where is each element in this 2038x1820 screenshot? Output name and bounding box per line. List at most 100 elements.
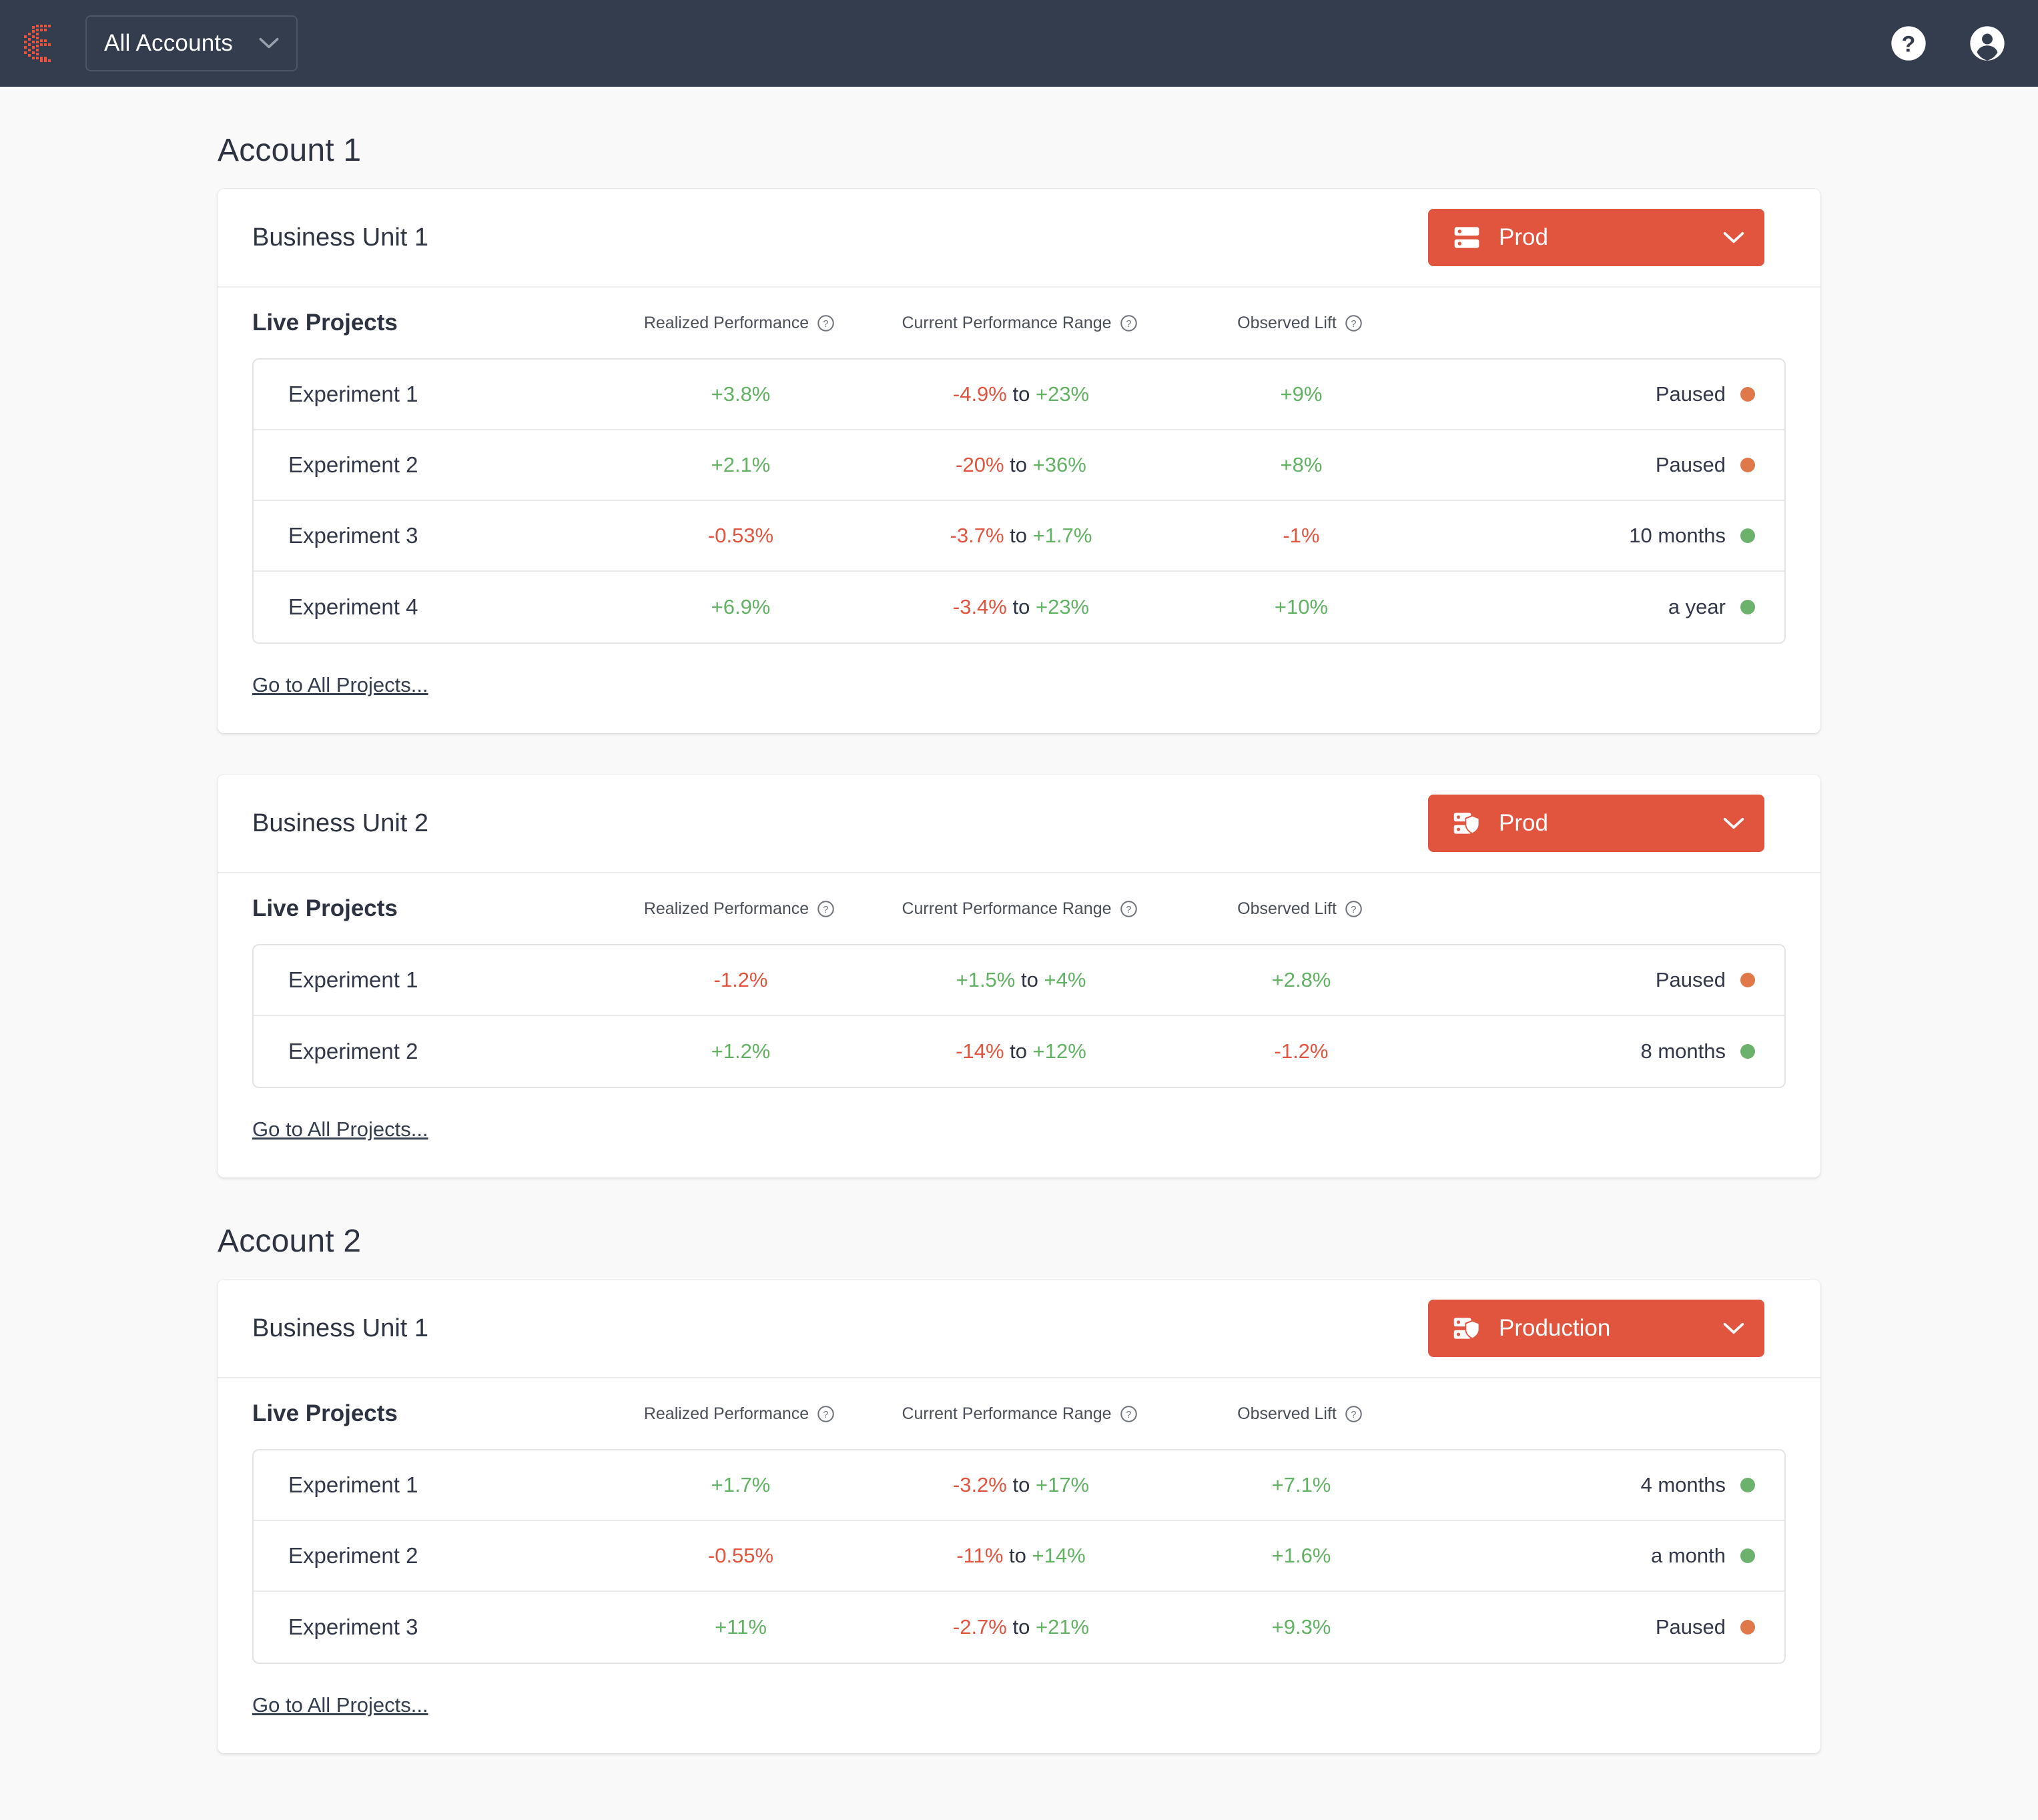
help-circle-icon[interactable]: ? (1890, 25, 1927, 62)
current-performance-range-value: +1.5% to +4% (881, 968, 1161, 992)
column-header-current-performance-range: Current Performance Range? (880, 899, 1160, 919)
project-name: Experiment 3 (288, 523, 418, 548)
column-header-realized-performance: Realized Performance? (599, 1404, 880, 1424)
realized-performance-value: +3.8% (601, 382, 881, 406)
observed-lift-value: -1.2% (1161, 1039, 1441, 1063)
environment-selector-button[interactable]: Prod (1428, 209, 1764, 266)
realized-performance-text: +11% (715, 1615, 767, 1639)
table-row[interactable]: Experiment 2 +2.1% -20% to +36% +8% Paused (254, 430, 1784, 501)
go-to-all-projects-link[interactable]: Go to All Projects... (252, 1693, 428, 1717)
current-performance-range-value: -2.7% to +21% (881, 1615, 1161, 1639)
table-row[interactable]: Experiment 4 +6.9% -3.4% to +23% +10% a year (254, 572, 1784, 642)
account-section: Account 1 Business Unit 1 Prod Live Project… (0, 132, 2038, 1178)
help-circle-outline-icon[interactable]: ? (817, 900, 835, 918)
help-circle-outline-icon[interactable]: ? (1120, 314, 1138, 332)
column-header-current-performance-range-label: Current Performance Range (902, 313, 1112, 332)
table-row[interactable]: Experiment 1 +3.8% -4.9% to +23% +9% Paused (254, 360, 1784, 430)
help-circle-outline-icon[interactable]: ? (817, 1405, 835, 1423)
account-selector[interactable]: All Accounts (85, 15, 298, 71)
column-header-realized-performance: Realized Performance? (599, 899, 880, 919)
business-unit-title: Business Unit 1 (252, 1314, 429, 1342)
range-low-text: -4.9% (952, 382, 1007, 406)
status-label: Paused (1655, 382, 1726, 406)
svg-text:?: ? (1351, 318, 1356, 329)
realized-performance-text: +1.2% (711, 1039, 771, 1063)
help-circle-outline-icon[interactable]: ? (1345, 314, 1363, 332)
realized-performance-text: -1.2% (713, 968, 768, 991)
range-high-text: +17% (1035, 1473, 1090, 1496)
business-unit-body: Live Projects Realized Performance? Curren… (218, 873, 1820, 1178)
table-row[interactable]: Experiment 3 +11% -2.7% to +21% +9.3% Paused (254, 1592, 1784, 1663)
column-header-realized-performance: Realized Performance? (599, 314, 880, 333)
observed-lift-value: +10% (1161, 595, 1441, 619)
status-cell: 10 months (1441, 524, 1784, 548)
realized-performance-text: -0.55% (707, 1544, 774, 1567)
project-name: Experiment 1 (288, 382, 418, 406)
projects-table: Experiment 1 +3.8% -4.9% to +23% +9% Paused E… (252, 358, 1786, 644)
topbar-actions: ? (1890, 0, 2006, 87)
status-label: 10 months (1629, 524, 1726, 547)
go-to-all-projects-link[interactable]: Go to All Projects... (252, 673, 428, 697)
range-high-text: +23% (1035, 595, 1090, 618)
status-cell: a month (1441, 1544, 1784, 1568)
help-circle-outline-icon[interactable]: ? (1345, 1405, 1363, 1423)
svg-text:?: ? (1351, 904, 1356, 915)
observed-lift-value: +2.8% (1161, 968, 1441, 992)
status-label: Paused (1655, 1615, 1726, 1639)
server-shield-icon (1453, 813, 1480, 835)
table-row[interactable]: Experiment 2 -0.55% -11% to +14% +1.6% a mon… (254, 1521, 1784, 1592)
table-row[interactable]: Experiment 1 -1.2% +1.5% to +4% +2.8% Paused (254, 945, 1784, 1016)
status-label: 4 months (1640, 1473, 1726, 1496)
status-dot-active (1740, 1044, 1755, 1059)
account-section: Account 2 Business Unit 1 Production Live P… (0, 1223, 2038, 1753)
status-cell: Paused (1441, 968, 1784, 992)
range-high-text: +4% (1044, 968, 1086, 991)
observed-lift-text: +8% (1280, 453, 1323, 476)
table-row[interactable]: Experiment 3 -0.53% -3.7% to +1.7% -1% 10 mo… (254, 501, 1784, 572)
range-low-text: +1.5% (956, 968, 1016, 991)
go-to-all-projects-link[interactable]: Go to All Projects... (252, 1117, 428, 1142)
column-header-current-performance-range: Current Performance Range? (880, 314, 1160, 333)
observed-lift-text: -1.2% (1274, 1039, 1329, 1063)
observed-lift-value: +8% (1161, 453, 1441, 477)
observed-lift-text: +9.3% (1271, 1615, 1331, 1639)
status-dot-active (1740, 600, 1755, 614)
help-circle-outline-icon[interactable]: ? (817, 314, 835, 332)
observed-lift-text: +10% (1274, 595, 1329, 618)
table-row[interactable]: Experiment 1 +1.7% -3.2% to +17% +7.1% 4 mon… (254, 1450, 1784, 1521)
status-dot-paused (1740, 458, 1755, 472)
business-unit-card: Business Unit 1 Production Live Projects Re… (218, 1280, 1820, 1753)
status-dot-active (1740, 528, 1755, 543)
range-high-text: +23% (1035, 382, 1090, 406)
range-high-text: +36% (1032, 453, 1086, 476)
realized-performance-value: +1.2% (601, 1039, 881, 1063)
evolv-logo[interactable] (23, 23, 52, 63)
table-row[interactable]: Experiment 2 +1.2% -14% to +12% -1.2% 8 mont… (254, 1016, 1784, 1087)
account-selector-value: All Accounts (104, 30, 234, 56)
environment-selector-button[interactable]: Production (1428, 1300, 1764, 1357)
environment-selector-button[interactable]: Prod (1428, 795, 1764, 852)
status-dot-paused (1740, 1620, 1755, 1635)
help-circle-outline-icon[interactable]: ? (1120, 1405, 1138, 1423)
observed-lift-value: +1.6% (1161, 1544, 1441, 1568)
chevron-down-icon (1723, 817, 1744, 829)
column-header-realized-performance-label: Realized Performance (643, 313, 809, 332)
observed-lift-value: -1% (1161, 524, 1441, 548)
environment-label: Prod (1499, 224, 1548, 250)
range-low-text: -3.7% (950, 524, 1004, 547)
column-header-current-performance-range: Current Performance Range? (880, 1404, 1160, 1424)
current-performance-range-value: -4.9% to +23% (881, 382, 1161, 406)
realized-performance-value: -0.53% (601, 524, 881, 548)
realized-performance-value: +2.1% (601, 453, 881, 477)
status-cell: Paused (1441, 453, 1784, 477)
status-label: Paused (1655, 453, 1726, 476)
account-title: Account 2 (218, 1224, 362, 1259)
svg-text:?: ? (1126, 1409, 1131, 1420)
column-header-live-projects: Live Projects (252, 895, 398, 921)
help-circle-outline-icon[interactable]: ? (1120, 900, 1138, 918)
realized-performance-value: +11% (601, 1615, 881, 1639)
help-circle-outline-icon[interactable]: ? (1345, 900, 1363, 918)
account-circle-icon[interactable] (1969, 25, 2006, 62)
svg-text:?: ? (1351, 1409, 1356, 1420)
table-column-headers: Live Projects Realized Performance? Curren… (252, 873, 1786, 944)
